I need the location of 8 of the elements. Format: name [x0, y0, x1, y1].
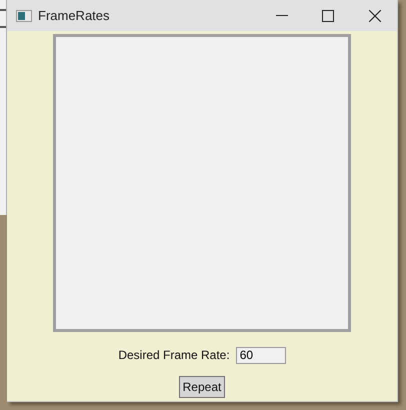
- close-icon[interactable]: [369, 10, 381, 22]
- frame-rate-label: Desired Frame Rate:: [118, 347, 230, 364]
- app-icon: [16, 10, 32, 22]
- minimize-icon[interactable]: [276, 14, 288, 16]
- repeat-button[interactable]: Repeat: [178, 376, 226, 398]
- window-title: FrameRates: [38, 6, 110, 25]
- frame-rate-field[interactable]: 60: [236, 346, 286, 364]
- maximize-icon[interactable]: [322, 10, 334, 22]
